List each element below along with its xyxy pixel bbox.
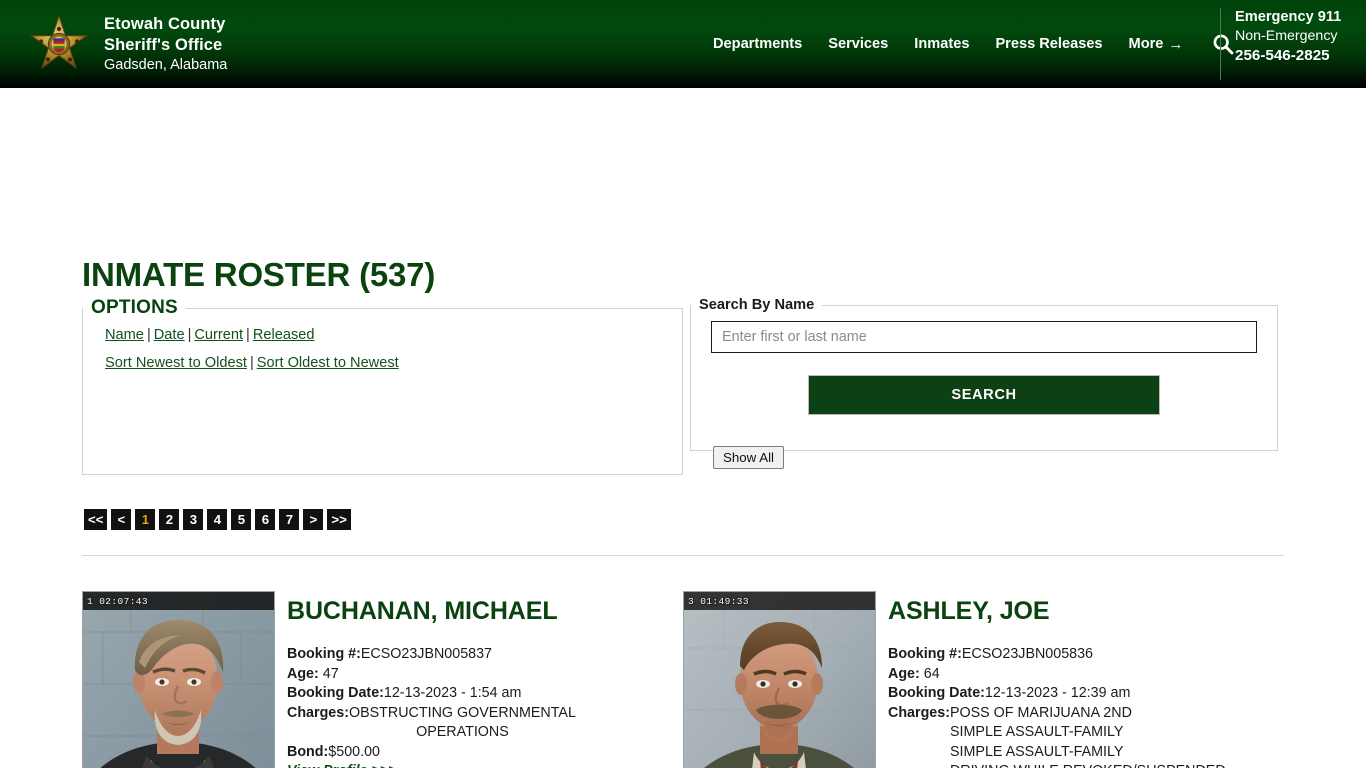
show-all-button[interactable]: Show All (713, 446, 784, 469)
options-link-current[interactable]: Current (194, 327, 243, 343)
non-emergency-phone[interactable]: 256-546-2825 (1235, 46, 1366, 66)
options-separator: | (246, 327, 250, 343)
options-link-sort-oldest-to-newest[interactable]: Sort Oldest to Newest (257, 355, 399, 371)
options-panel: OPTIONS Name | Date | Current | Released Sort … (82, 297, 683, 475)
charge-item: OBSTRUCTING GOVERNMENTAL (348, 704, 576, 721)
search-by-name-panel: Search By Name SEARCH Show All (690, 297, 1278, 469)
section-divider (82, 555, 1284, 556)
bond-label: Bond: (287, 743, 329, 760)
inmate-details: ASHLEY, JOE Booking #:ECSO23JBN005836 Ag… (876, 591, 1272, 768)
booking-date-label: Booking Date: (888, 685, 985, 701)
pagination-page-7[interactable]: 7 (279, 509, 300, 530)
mugshot-photo[interactable]: 3 01:49:33 (683, 591, 876, 768)
pagination-page-2[interactable]: 2 (159, 509, 180, 530)
brand-line-1: Etowah County (104, 15, 226, 34)
inmate-booking-number-row: Booking #:ECSO23JBN005837 (287, 645, 671, 665)
mugshot-photo[interactable]: 1 02:07:43 (82, 591, 275, 768)
charges-list: POSS OF MARIJUANA 2ND SIMPLE ASSAULT-FAM… (950, 704, 1226, 768)
options-separator: | (249, 355, 254, 371)
age-label: Age: (888, 665, 920, 682)
charges-label: Charges: (888, 704, 950, 721)
brand-line-2: Sheriff's Office (104, 35, 223, 54)
nav-item-more[interactable]: More → (1116, 36, 1197, 52)
pagination-next[interactable]: > (303, 509, 324, 530)
charges-label: Charges: (287, 704, 349, 721)
roster-controls: OPTIONS Name | Date | Current | Released Sort … (82, 297, 1278, 477)
age-value: 47 (322, 665, 339, 682)
emergency-contact-block: Emergency 911 Non-Emergency 256-546-2825 (1220, 8, 1366, 80)
pagination-first[interactable]: << (84, 509, 108, 530)
nav-item-press-releases[interactable]: Press Releases (982, 36, 1115, 52)
inmate-roster-list: 1 02:07:43 BUCHANAN, MICHAEL Booking #:E… (82, 591, 1284, 768)
mugshot-timestamp: 1 02:07:43 (87, 596, 149, 607)
booking-date-label: Booking Date: (287, 685, 384, 701)
charge-item: OPERATIONS (416, 724, 509, 740)
inmate-age-row: Age: 64 (888, 665, 1272, 685)
site-header: Etowah County Sheriff's Office Gadsden, … (0, 0, 1366, 88)
inmate-booking-date-row: Booking Date:12-13-2023 - 12:39 am (888, 684, 1272, 704)
inmate-name: ASHLEY, JOE (888, 597, 1050, 625)
booking-number-label: Booking #: (888, 646, 962, 662)
view-profile-link[interactable]: View Profile >>> (287, 763, 397, 768)
options-link-released[interactable]: Released (253, 327, 315, 343)
booking-number-value: ECSO23JBN005837 (360, 646, 493, 662)
charge-item: POSS OF MARIJUANA 2ND (949, 704, 1132, 721)
options-link-sort-newest-to-oldest[interactable]: Sort Newest to Oldest (105, 355, 247, 371)
page-title: INMATE ROSTER (537) (82, 256, 436, 294)
pagination-page-4[interactable]: 4 (207, 509, 228, 530)
inmate-card: 1 02:07:43 BUCHANAN, MICHAEL Booking #:E… (82, 591, 683, 768)
nav-item-departments[interactable]: Departments (700, 36, 815, 52)
nav-item-inmates[interactable]: Inmates (901, 36, 982, 52)
pagination-prev[interactable]: < (111, 509, 132, 530)
inmate-charges-row: Charges: POSS OF MARIJUANA 2ND SIMPLE AS… (888, 704, 1272, 768)
pagination: << < 1 2 3 4 5 6 7 > >> (84, 509, 351, 530)
options-sort-row: Sort Newest to Oldest | Sort Oldest to New… (105, 355, 682, 371)
booking-number-value: ECSO23JBN005836 (961, 646, 1094, 662)
inmate-charges-row: Charges: OBSTRUCTING GOVERNMENTAL OPERAT… (287, 704, 671, 743)
search-panel-legend: Search By Name (699, 297, 815, 313)
inmate-card: 3 01:49:33 ASHLEY, JOE Booking #:ECSO23J… (683, 591, 1284, 768)
pagination-last[interactable]: >> (327, 509, 351, 530)
site-brand[interactable]: Etowah County Sheriff's Office Gadsden, … (0, 13, 227, 75)
main-navigation: Departments Services Inmates Press Relea… (700, 33, 1244, 55)
inmate-bond-row: Bond:$500.00 (287, 743, 671, 763)
options-links: Name | Date | Current | Released Sort Newest t… (83, 319, 682, 371)
pagination-page-6[interactable]: 6 (255, 509, 276, 530)
charge-item: DRIVING WHILE REVOKED/SUSPENDED (950, 762, 1226, 768)
options-separator: | (187, 327, 192, 343)
booking-number-label: Booking #: (287, 646, 361, 662)
inmate-details: BUCHANAN, MICHAEL Booking #:ECSO23JBN005… (275, 591, 671, 768)
search-input[interactable] (711, 321, 1257, 353)
inmate-age-row: Age: 47 (287, 665, 671, 685)
age-value: 64 (923, 665, 940, 682)
options-link-date[interactable]: Date (154, 327, 185, 343)
charges-list: OBSTRUCTING GOVERNMENTAL OPERATIONS (349, 704, 576, 743)
nav-item-more-label: More (1128, 36, 1164, 52)
brand-text: Etowah County Sheriff's Office Gadsden, … (104, 14, 227, 74)
bond-value: $500.00 (328, 743, 380, 760)
inmate-booking-date-row: Booking Date:12-13-2023 - 1:54 am (287, 684, 671, 704)
inmate-name: BUCHANAN, MICHAEL (287, 597, 558, 625)
charge-item: SIMPLE ASSAULT-FAMILY (949, 743, 1124, 760)
charge-item: SIMPLE ASSAULT-FAMILY (949, 724, 1124, 740)
options-legend: OPTIONS (91, 297, 178, 318)
nav-item-services[interactable]: Services (815, 36, 901, 52)
emergency-911-label: Emergency 911 (1235, 9, 1342, 25)
options-link-name[interactable]: Name (105, 327, 144, 343)
non-emergency-label: Non-Emergency (1235, 28, 1338, 45)
booking-date-value: 12-13-2023 - 12:39 am (984, 685, 1131, 701)
pagination-page-3[interactable]: 3 (183, 509, 204, 530)
inmate-booking-number-row: Booking #:ECSO23JBN005836 (888, 645, 1272, 665)
booking-date-value: 12-13-2023 - 1:54 am (383, 685, 522, 701)
age-label: Age: (287, 665, 319, 682)
brand-line-3: Gadsden, Alabama (104, 56, 228, 73)
mugshot-timestamp: 3 01:49:33 (688, 596, 750, 607)
pagination-page-5[interactable]: 5 (231, 509, 252, 530)
options-separator: | (146, 327, 151, 343)
sheriff-star-badge-icon (28, 13, 90, 75)
search-button[interactable]: SEARCH (808, 375, 1160, 415)
pagination-page-1[interactable]: 1 (135, 509, 156, 530)
arrow-right-icon: → (1168, 35, 1184, 53)
options-filter-row: Name | Date | Current | Released (105, 327, 682, 343)
